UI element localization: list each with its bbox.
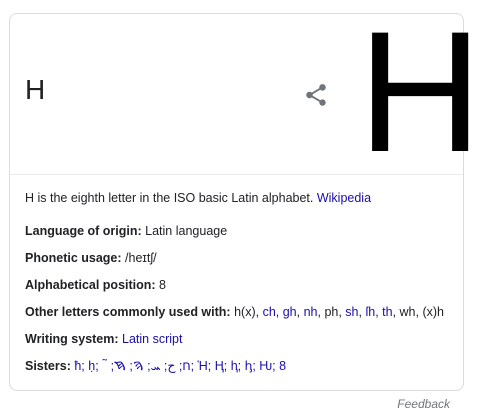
fact-value: Latin language — [145, 224, 228, 238]
other-letter-item[interactable]: sh — [345, 305, 358, 319]
fact-sisters: Sisters: ħ; ḥ; ח; ح; ܚ; ࠄ; ࠇ; ࠚ; Ἡ; Ⱨ; ⱨ… — [25, 358, 455, 374]
description: H is the eighth letter in the ISO basic … — [25, 190, 455, 206]
fact-value: 8 — [159, 278, 166, 292]
fact-language-of-origin: Language of origin: Latin language — [25, 223, 455, 239]
divider — [10, 174, 463, 175]
fact-alphabetical-position: Alphabetical position: 8 — [25, 277, 455, 293]
fact-label[interactable]: Sisters: — [25, 359, 71, 373]
fact-phonetic-usage: Phonetic usage: /heɪtʃ/ — [25, 250, 455, 266]
fact-other-letters: Other letters commonly used with: h(x), … — [25, 304, 455, 320]
fact-label[interactable]: Alphabetical position: — [25, 278, 156, 292]
panel-header: H H — [10, 6, 477, 178]
feedback-link[interactable]: Feedback — [397, 397, 450, 411]
other-letter-item[interactable]: ch — [263, 305, 276, 319]
other-letter-item[interactable]: ſh — [365, 305, 375, 319]
other-letter-item[interactable]: nh — [304, 305, 318, 319]
sisters-list[interactable]: ħ; ḥ; ח; ح; ܚ; ࠄ; ࠇ; ࠚ; Ἡ; Ⱨ; ⱨ; ꞕ; Ƕ; 8 — [74, 359, 286, 373]
fact-label[interactable]: Language of origin: — [25, 224, 142, 238]
share-icon[interactable] — [303, 82, 329, 108]
latin-script-link[interactable]: Latin script — [122, 332, 182, 346]
other-letter-item: wh — [399, 305, 416, 319]
fact-writing-system: Writing system: Latin script — [25, 331, 455, 347]
panel-title: H — [25, 74, 46, 105]
other-letter-item: (x)h — [422, 305, 444, 319]
wikipedia-link[interactable]: Wikipedia — [317, 191, 371, 205]
letter-image[interactable]: H — [358, 6, 477, 178]
other-letters-list: h(x), ch, gh, nh, ph, sh, ſh, th, wh, (x… — [234, 305, 444, 319]
fact-label[interactable]: Writing system: — [25, 332, 119, 346]
description-text: H is the eighth letter in the ISO basic … — [25, 191, 317, 205]
panel-body: H is the eighth letter in the ISO basic … — [25, 190, 455, 385]
other-letter-item[interactable]: th — [382, 305, 392, 319]
other-letter-item: ph — [324, 305, 339, 319]
fact-label[interactable]: Phonetic usage: — [25, 251, 122, 265]
other-letter-item[interactable]: gh — [283, 305, 297, 319]
fact-label[interactable]: Other letters commonly used with: — [25, 305, 231, 319]
other-letter-item: h(x) — [234, 305, 256, 319]
fact-value: /heɪtʃ/ — [125, 251, 157, 265]
knowledge-panel: H H H is the eighth letter in the ISO ba… — [9, 6, 477, 391]
